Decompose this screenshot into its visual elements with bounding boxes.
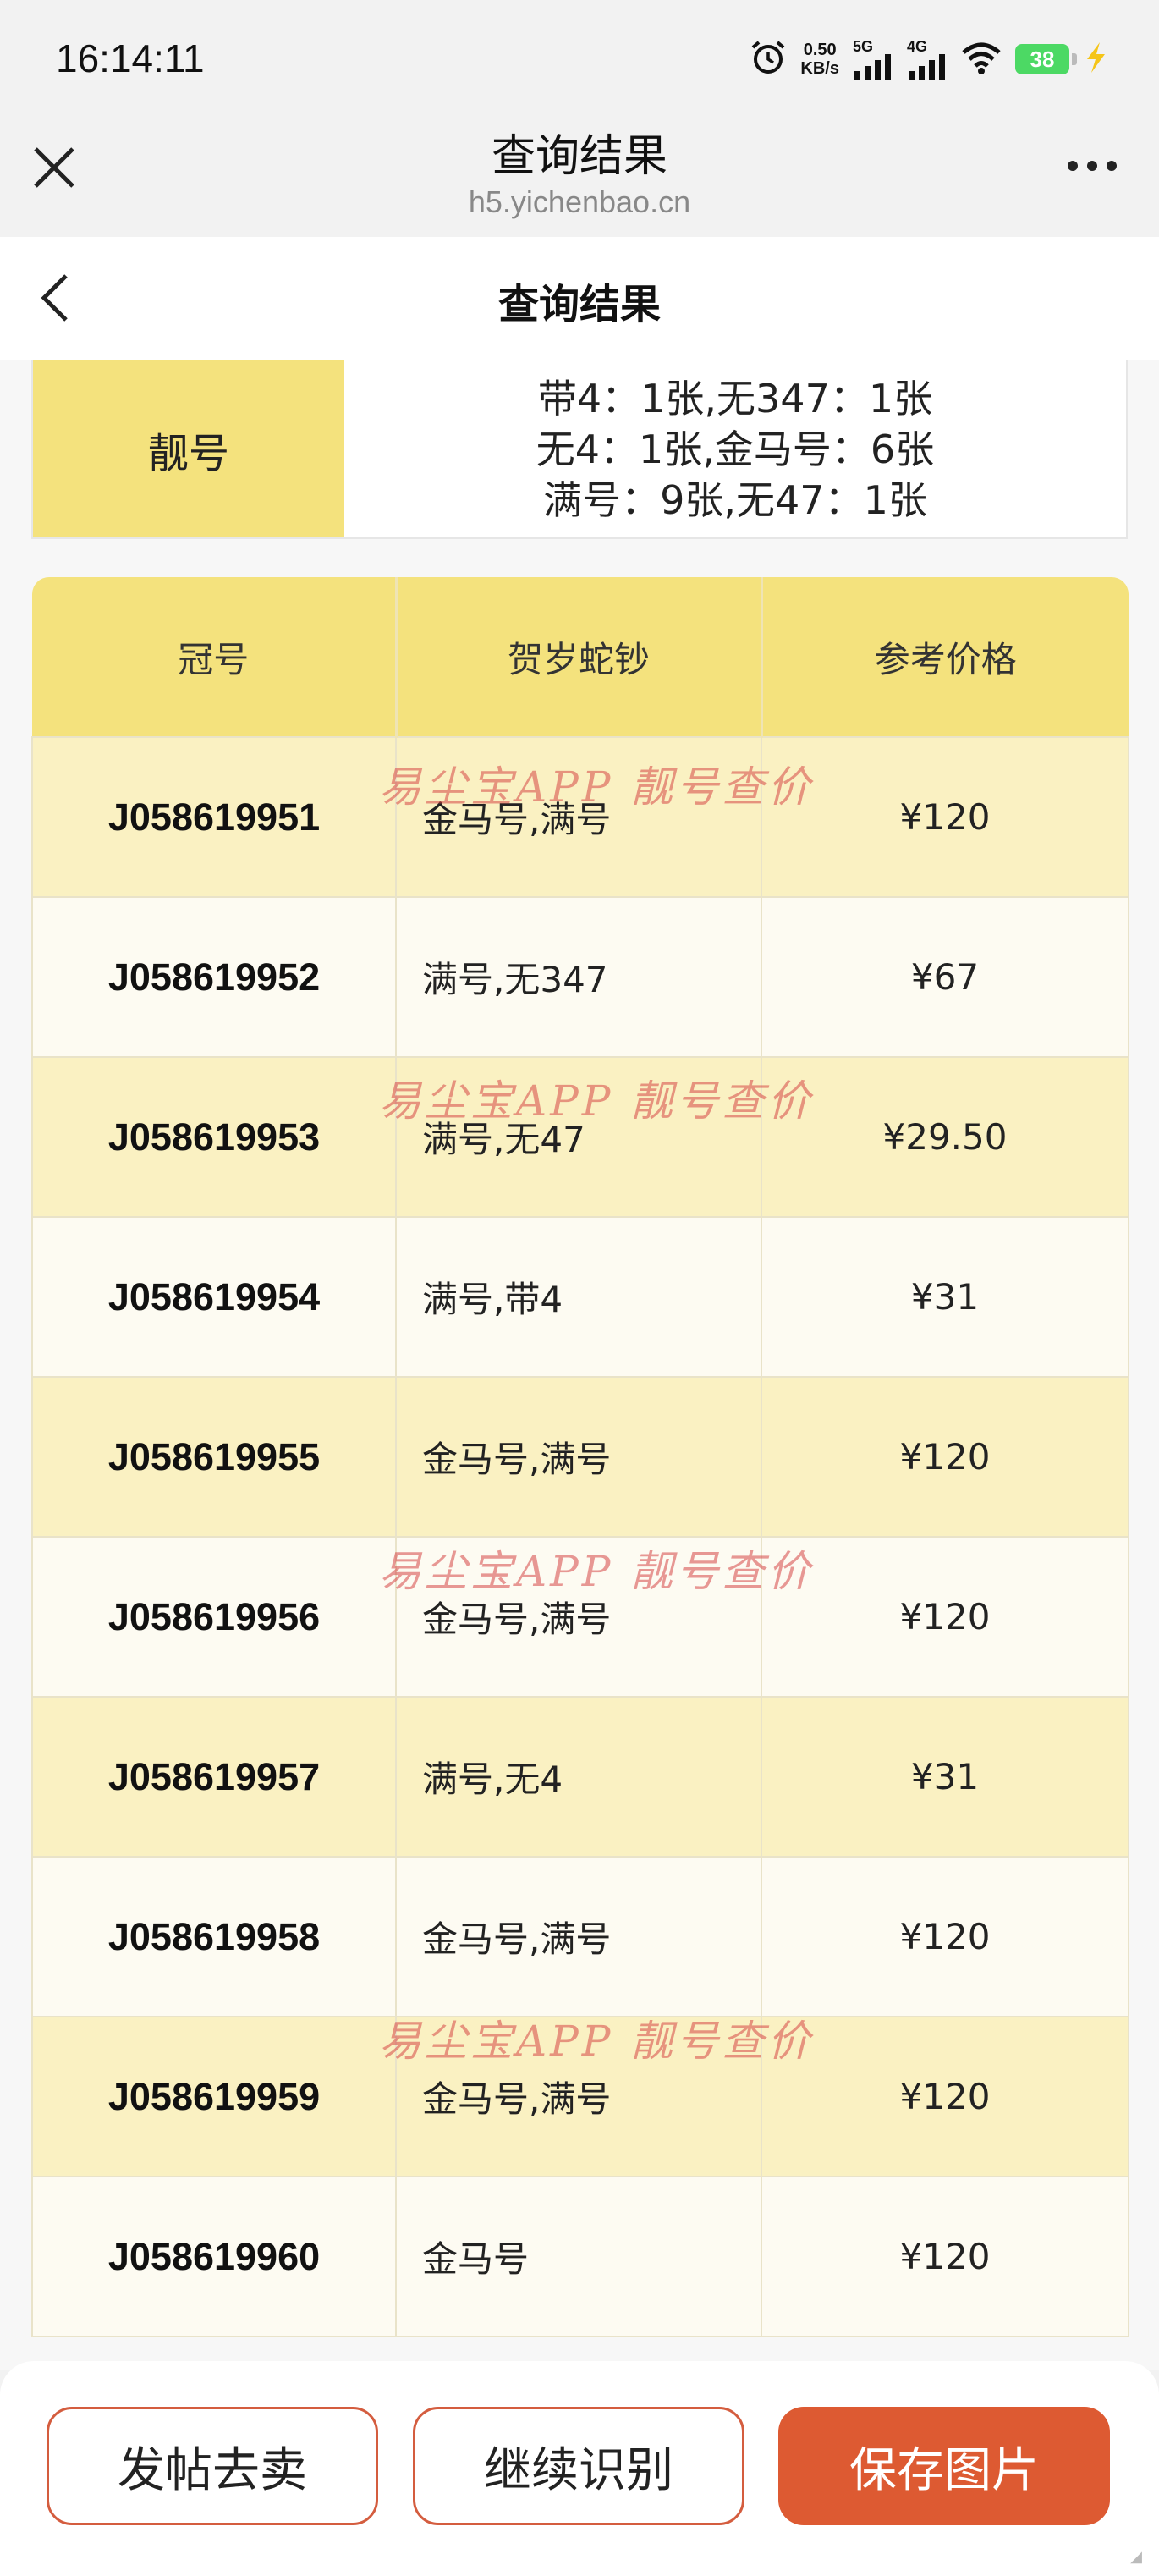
more-icon xyxy=(1068,161,1078,171)
serial-cell: J058619952 xyxy=(31,896,397,1058)
price-cell: ¥120 xyxy=(761,1856,1129,2017)
page-title: 查询结果 xyxy=(497,281,661,328)
table-row: J058619952 满号,无347 ¥67 xyxy=(31,896,1129,1058)
wifi-icon xyxy=(961,41,1002,78)
table-row: J058619955 金马号,满号 ¥120 xyxy=(31,1376,1129,1538)
bottom-action-bar: 发帖去卖 继续识别 保存图片 ◢ xyxy=(0,2361,1159,2576)
signal-5g: 5G xyxy=(853,39,893,80)
status-time: 16:14:11 xyxy=(56,36,205,80)
summary-line: 带4：1张,无347：1张 xyxy=(537,376,933,421)
post-sell-button[interactable]: 发帖去卖 xyxy=(47,2407,378,2525)
price-cell: ¥120 xyxy=(761,2016,1129,2177)
more-button[interactable] xyxy=(1068,161,1117,171)
price-cell: ¥31 xyxy=(761,1696,1129,1858)
browser-header: 查询结果 h5.yichenbao.cn xyxy=(0,118,1159,237)
table-row: J058619951 金马号,满号 ¥120 xyxy=(31,736,1129,898)
table-row: J058619954 满号,带4 ¥31 xyxy=(31,1216,1129,1378)
tags-cell: 金马号 xyxy=(395,2176,762,2337)
summary-line: 满号：9张,无47：1张 xyxy=(543,477,927,523)
table-row: J058619957 满号,无4 ¥31 xyxy=(31,1696,1129,1858)
charging-icon xyxy=(1083,41,1108,78)
tags-cell: 金马号,满号 xyxy=(395,1536,762,1698)
price-cell: ¥120 xyxy=(761,1536,1129,1698)
alarm-icon xyxy=(750,39,787,80)
page-nav: 查询结果 xyxy=(0,237,1159,360)
tags-cell: 金马号,满号 xyxy=(395,736,762,898)
status-icons: 0.50 KB/s 5G 4G 38 xyxy=(750,34,1108,85)
price-cell: ¥31 xyxy=(761,1216,1129,1378)
column-header-serial: 冠号 xyxy=(32,577,398,737)
price-cell: ¥120 xyxy=(761,736,1129,898)
price-cell: ¥120 xyxy=(761,1376,1129,1538)
save-image-button[interactable]: 保存图片 xyxy=(778,2407,1110,2525)
signal-5g-label: 5G xyxy=(853,38,874,55)
tags-cell: 金马号,满号 xyxy=(395,1376,762,1538)
column-header-type: 贺岁蛇钞 xyxy=(396,577,763,737)
net-speed-unit: KB/s xyxy=(800,59,839,78)
summary-lines: 带4：1张,无347：1张 无4：1张,金马号：6张 满号：9张,无47：1张 xyxy=(344,361,1126,537)
corner-watermark-icon: ◢ xyxy=(1130,2548,1142,2566)
serial-cell: J058619959 xyxy=(31,2016,397,2177)
tags-cell: 金马号,满号 xyxy=(395,2016,762,2177)
signal-4g-label: 4G xyxy=(907,38,928,55)
signal-4g: 4G xyxy=(907,39,948,80)
serial-cell: J058619955 xyxy=(31,1376,397,1538)
summary-label: 靓号 xyxy=(33,360,344,537)
serial-cell: J058619960 xyxy=(31,2176,397,2337)
results-table: 冠号 贺岁蛇钞 参考价格 J058619951 金马号,满号 ¥120 J058619… xyxy=(31,577,1129,2337)
serial-cell: J058619954 xyxy=(31,1216,397,1378)
price-cell: ¥120 xyxy=(761,2176,1129,2337)
net-speed: 0.50 KB/s xyxy=(800,41,839,78)
table-row: J058619953 满号,无47 ¥29.50 xyxy=(31,1056,1129,1218)
browser-url: h5.yichenbao.cn xyxy=(468,184,691,219)
summary-box: 靓号 带4：1张,无347：1张 无4：1张,金马号：6张 满号：9张,无47：… xyxy=(31,360,1128,539)
serial-cell: J058619957 xyxy=(31,1696,397,1858)
tags-cell: 满号,无4 xyxy=(395,1696,762,1858)
table-row: J058619958 金马号,满号 ¥120 xyxy=(31,1856,1129,2017)
browser-title: 查询结果 xyxy=(491,131,667,182)
tags-cell: 金马号,满号 xyxy=(395,1856,762,2017)
signal-icon xyxy=(909,54,945,80)
price-cell: ¥29.50 xyxy=(761,1056,1129,1218)
table-row: J058619956 金马号,满号 ¥120 xyxy=(31,1536,1129,1698)
tags-cell: 满号,带4 xyxy=(395,1216,762,1378)
status-bar: 16:14:11 0.50 KB/s 5G 4G 38 xyxy=(0,0,1159,118)
column-header-price: 参考价格 xyxy=(761,577,1129,737)
serial-cell: J058619956 xyxy=(31,1536,397,1698)
results-content[interactable]: 靓号 带4：1张,无347：1张 无4：1张,金马号：6张 满号：9张,无47：… xyxy=(0,360,1159,2370)
table-header-row: 冠号 贺岁蛇钞 参考价格 xyxy=(32,577,1129,737)
table-row: J058619959 金马号,满号 ¥120 xyxy=(31,2016,1129,2177)
price-cell: ¥67 xyxy=(761,896,1129,1058)
tags-cell: 满号,无347 xyxy=(395,896,762,1058)
serial-cell: J058619958 xyxy=(31,1856,397,2017)
battery-icon: 38 xyxy=(1015,44,1077,74)
continue-recognize-button[interactable]: 继续识别 xyxy=(413,2407,744,2525)
table-row: J058619960 金马号 ¥120 xyxy=(31,2176,1129,2337)
serial-cell: J058619953 xyxy=(31,1056,397,1218)
net-speed-value: 0.50 xyxy=(803,41,837,59)
serial-cell: J058619951 xyxy=(31,736,397,898)
signal-icon xyxy=(854,54,891,80)
summary-line: 无4：1张,金马号：6张 xyxy=(536,427,935,472)
tags-cell: 满号,无47 xyxy=(395,1056,762,1218)
